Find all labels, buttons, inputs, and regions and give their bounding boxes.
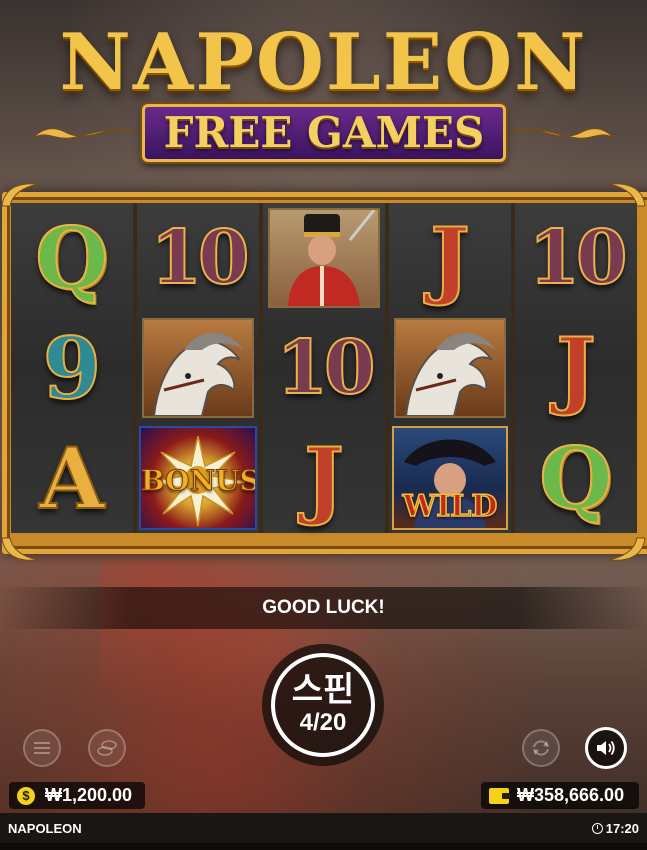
- wallet-icon: [489, 787, 510, 804]
- symbol-j: J: [303, 428, 345, 529]
- symbol-10: 10: [276, 324, 377, 412]
- symbol-10: 10: [528, 214, 629, 302]
- game-logo: NAPOLEON FREE GAMES: [0, 17, 647, 162]
- symbol-horse: [389, 313, 511, 423]
- horse-icon: [394, 318, 506, 418]
- menu-icon: [34, 742, 50, 754]
- symbol-a: A: [38, 428, 105, 529]
- menu-button[interactable]: [23, 729, 61, 767]
- reels: Q 9 A 10 BONUS 10 J J WILD 10 J Q: [11, 203, 637, 533]
- bet-settings-button[interactable]: [88, 729, 126, 767]
- frame-corner-bottom-left-icon: [1, 537, 39, 561]
- bonus-label: BONUS: [141, 464, 257, 498]
- symbol-horse: [137, 313, 259, 423]
- speaker-icon: [597, 740, 615, 756]
- clock-icon: [591, 822, 603, 834]
- reel-3: 10 J: [263, 203, 385, 533]
- symbol-soldier: [263, 203, 385, 313]
- flourish-left-icon: [33, 128, 139, 139]
- coin-icon: $: [17, 786, 35, 805]
- symbol-10: 10: [150, 214, 251, 302]
- frame-corner-bottom-right-icon: [608, 537, 646, 561]
- bonus-icon: BONUS: [139, 426, 257, 530]
- subtitle-plate: FREE GAMES: [142, 104, 506, 162]
- spin-button-ring: 스핀 4/20: [271, 653, 375, 757]
- clock: 17:20: [591, 820, 639, 836]
- game-subtitle: FREE GAMES: [163, 108, 485, 157]
- balance-display: ₩358,666.00: [481, 782, 639, 809]
- spin-button[interactable]: 스핀 4/20: [262, 644, 384, 766]
- spin-label: 스핀: [291, 671, 355, 709]
- coins-icon: [97, 740, 117, 756]
- autoplay-icon: [533, 740, 549, 756]
- clock-time: 17:20: [605, 820, 639, 836]
- symbol-wild: WILD: [389, 423, 511, 533]
- footer-bottom-strip: [0, 843, 647, 850]
- flourish-right-icon: [508, 128, 614, 139]
- symbol-j: J: [555, 318, 597, 419]
- free-spins-counter: 4/20: [299, 709, 347, 736]
- symbol-q: Q: [538, 428, 613, 529]
- footer-bar: NAPOLEON 17:20: [0, 813, 647, 843]
- autoplay-button[interactable]: [522, 729, 560, 767]
- horse-icon: [142, 318, 254, 418]
- reel-1: Q 9 A: [11, 203, 133, 533]
- symbol-9: 9: [42, 318, 102, 419]
- reel-2: 10 BONUS: [137, 203, 259, 533]
- symbol-j: J: [429, 208, 471, 309]
- symbol-q: Q: [34, 208, 109, 309]
- sound-button[interactable]: [585, 727, 627, 769]
- reel-5: 10 J Q: [515, 203, 637, 533]
- game-title: NAPOLEON: [59, 17, 588, 108]
- message-text: GOOD LUCK!: [262, 597, 385, 618]
- wild-label: WILD: [402, 488, 498, 525]
- bet-display[interactable]: $ ₩1,200.00: [9, 782, 145, 809]
- symbol-bonus: BONUS: [137, 423, 259, 533]
- bet-value: ₩1,200.00: [45, 785, 133, 805]
- balance-value: ₩358,666.00: [517, 785, 625, 805]
- wild-icon: WILD: [392, 426, 508, 530]
- soldier-icon: [268, 208, 380, 308]
- reel-4: J WILD: [389, 203, 511, 533]
- message-bar: GOOD LUCK!: [0, 587, 647, 629]
- footer-game-name: NAPOLEON: [8, 820, 82, 836]
